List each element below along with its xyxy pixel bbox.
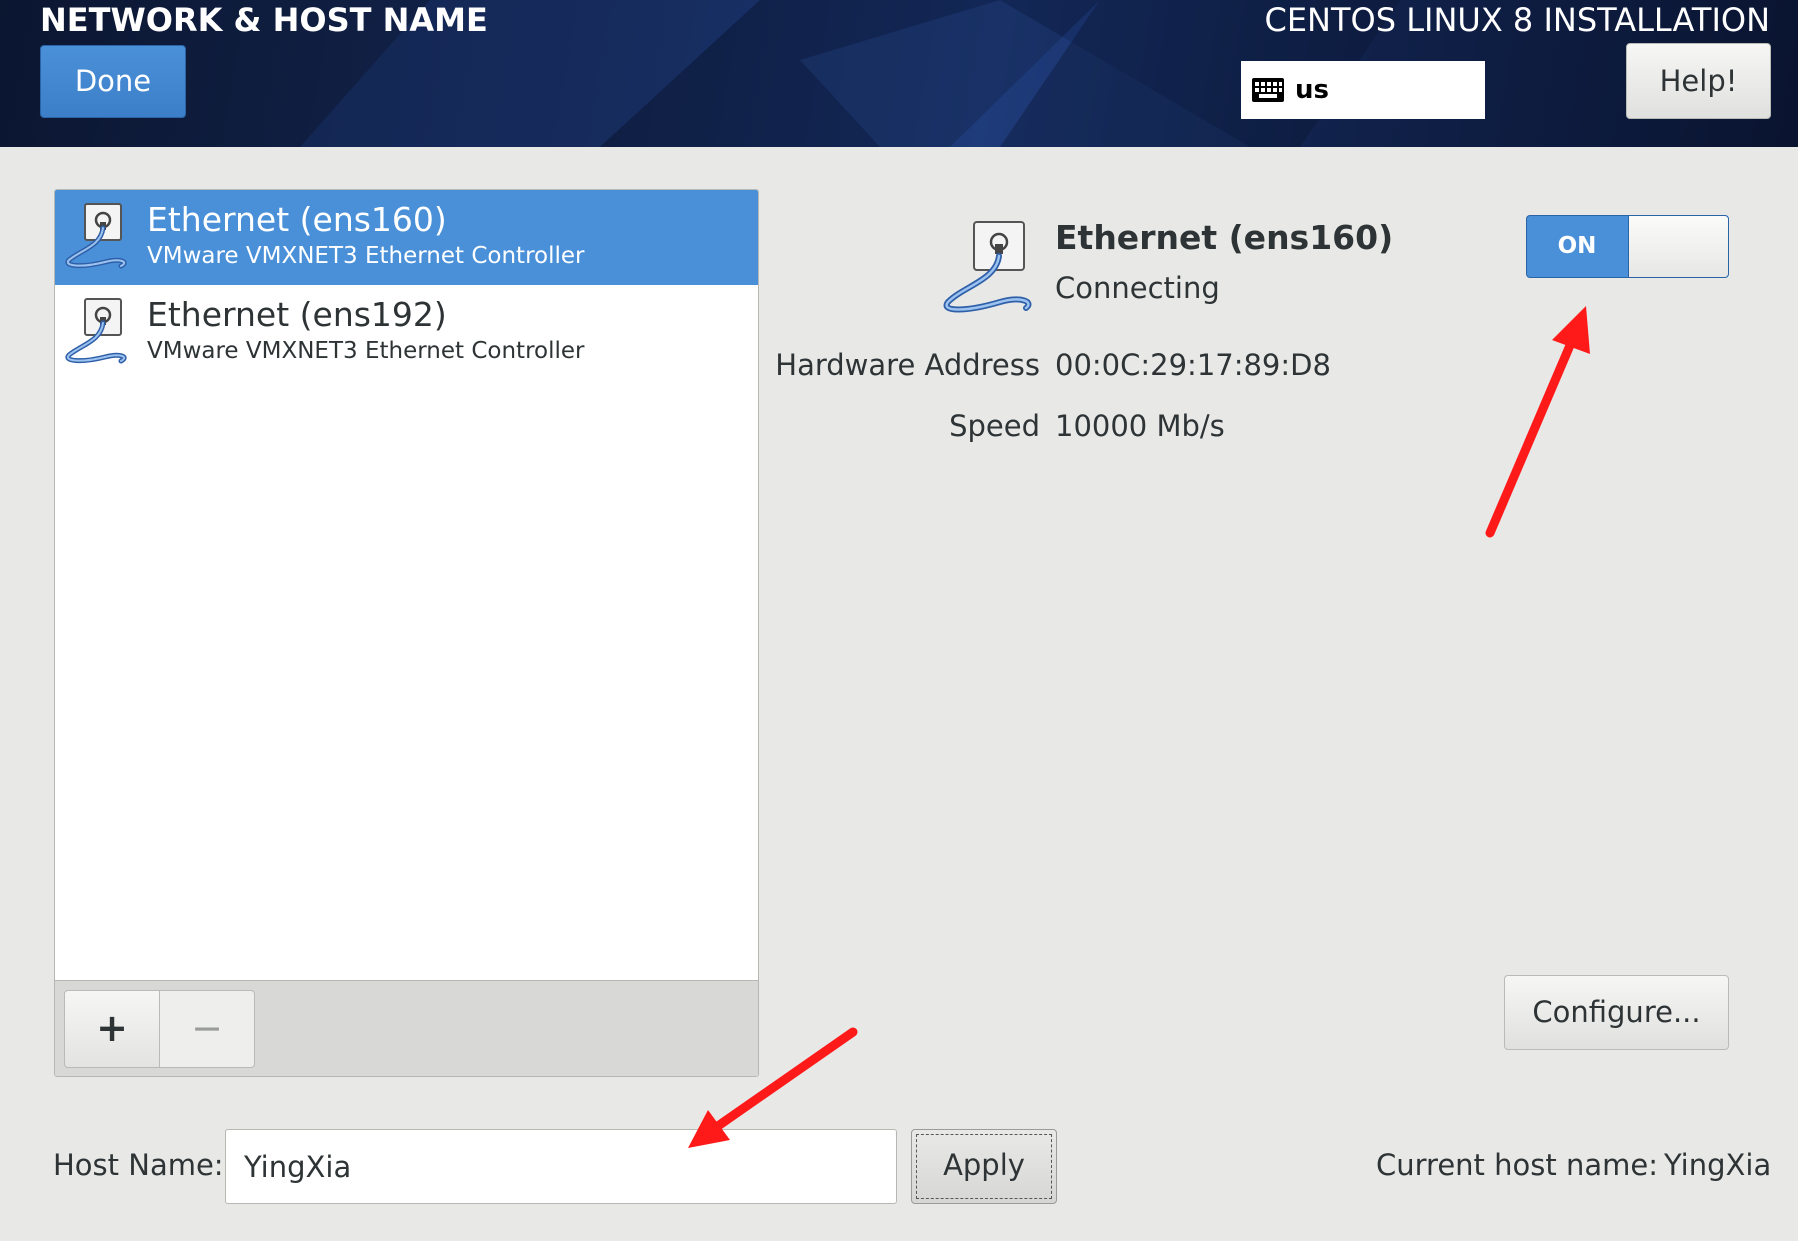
remove-device-button[interactable]: − (159, 990, 255, 1068)
connection-status: Connecting (1055, 271, 1220, 305)
ethernet-cable-icon (65, 298, 127, 364)
speed-value: 10000 Mb/s (1055, 409, 1225, 443)
device-name: Ethernet (ens192) (147, 295, 447, 334)
header-bar: NETWORK & HOST NAME CENTOS LINUX 8 INSTA… (0, 0, 1798, 147)
switch-on-label: ON (1557, 233, 1597, 259)
device-description: VMware VMXNET3 Ethernet Controller (147, 243, 585, 269)
device-list-toolbar: + − (55, 980, 758, 1076)
hardware-address-value: 00:0C:29:17:89:D8 (1055, 348, 1331, 382)
spoke-title: NETWORK & HOST NAME (40, 1, 488, 39)
switch-knob[interactable] (1628, 216, 1728, 277)
product-title: CENTOS LINUX 8 INSTALLATION (1264, 1, 1770, 39)
apply-hostname-button[interactable]: Apply (911, 1129, 1057, 1204)
done-button[interactable]: Done (40, 45, 186, 118)
device-enable-switch[interactable]: ON (1526, 215, 1729, 278)
speed-label: Speed (949, 409, 1040, 443)
ethernet-cable-icon (943, 221, 1032, 313)
current-host-name-label: Current host name: (1376, 1148, 1658, 1182)
host-name-label: Host Name: (53, 1148, 224, 1182)
device-name: Ethernet (ens160) (147, 200, 447, 239)
network-device-panel: Ethernet (ens160) VMware VMXNET3 Etherne… (54, 189, 759, 1077)
keyboard-layout-label: us (1295, 75, 1329, 105)
keyboard-icon (1252, 78, 1284, 102)
ethernet-cable-icon (65, 203, 127, 269)
detail-device-name: Ethernet (ens160) (1055, 218, 1394, 257)
host-name-input[interactable] (225, 1129, 897, 1204)
device-row-ens192[interactable]: Ethernet (ens192) VMware VMXNET3 Etherne… (55, 285, 758, 380)
hardware-address-label: Hardware Address (775, 348, 1040, 382)
current-host-name-value: YingXia (1664, 1148, 1772, 1182)
keyboard-layout-indicator[interactable]: us (1241, 61, 1485, 119)
network-device-list: Ethernet (ens160) VMware VMXNET3 Etherne… (55, 190, 758, 980)
help-button[interactable]: Help! (1626, 43, 1771, 119)
configure-button[interactable]: Configure... (1504, 975, 1729, 1050)
add-device-button[interactable]: + (64, 990, 160, 1068)
device-row-ens160[interactable]: Ethernet (ens160) VMware VMXNET3 Etherne… (55, 190, 758, 285)
device-description: VMware VMXNET3 Ethernet Controller (147, 338, 585, 364)
annotation-arrow-to-switch (1485, 306, 1590, 538)
